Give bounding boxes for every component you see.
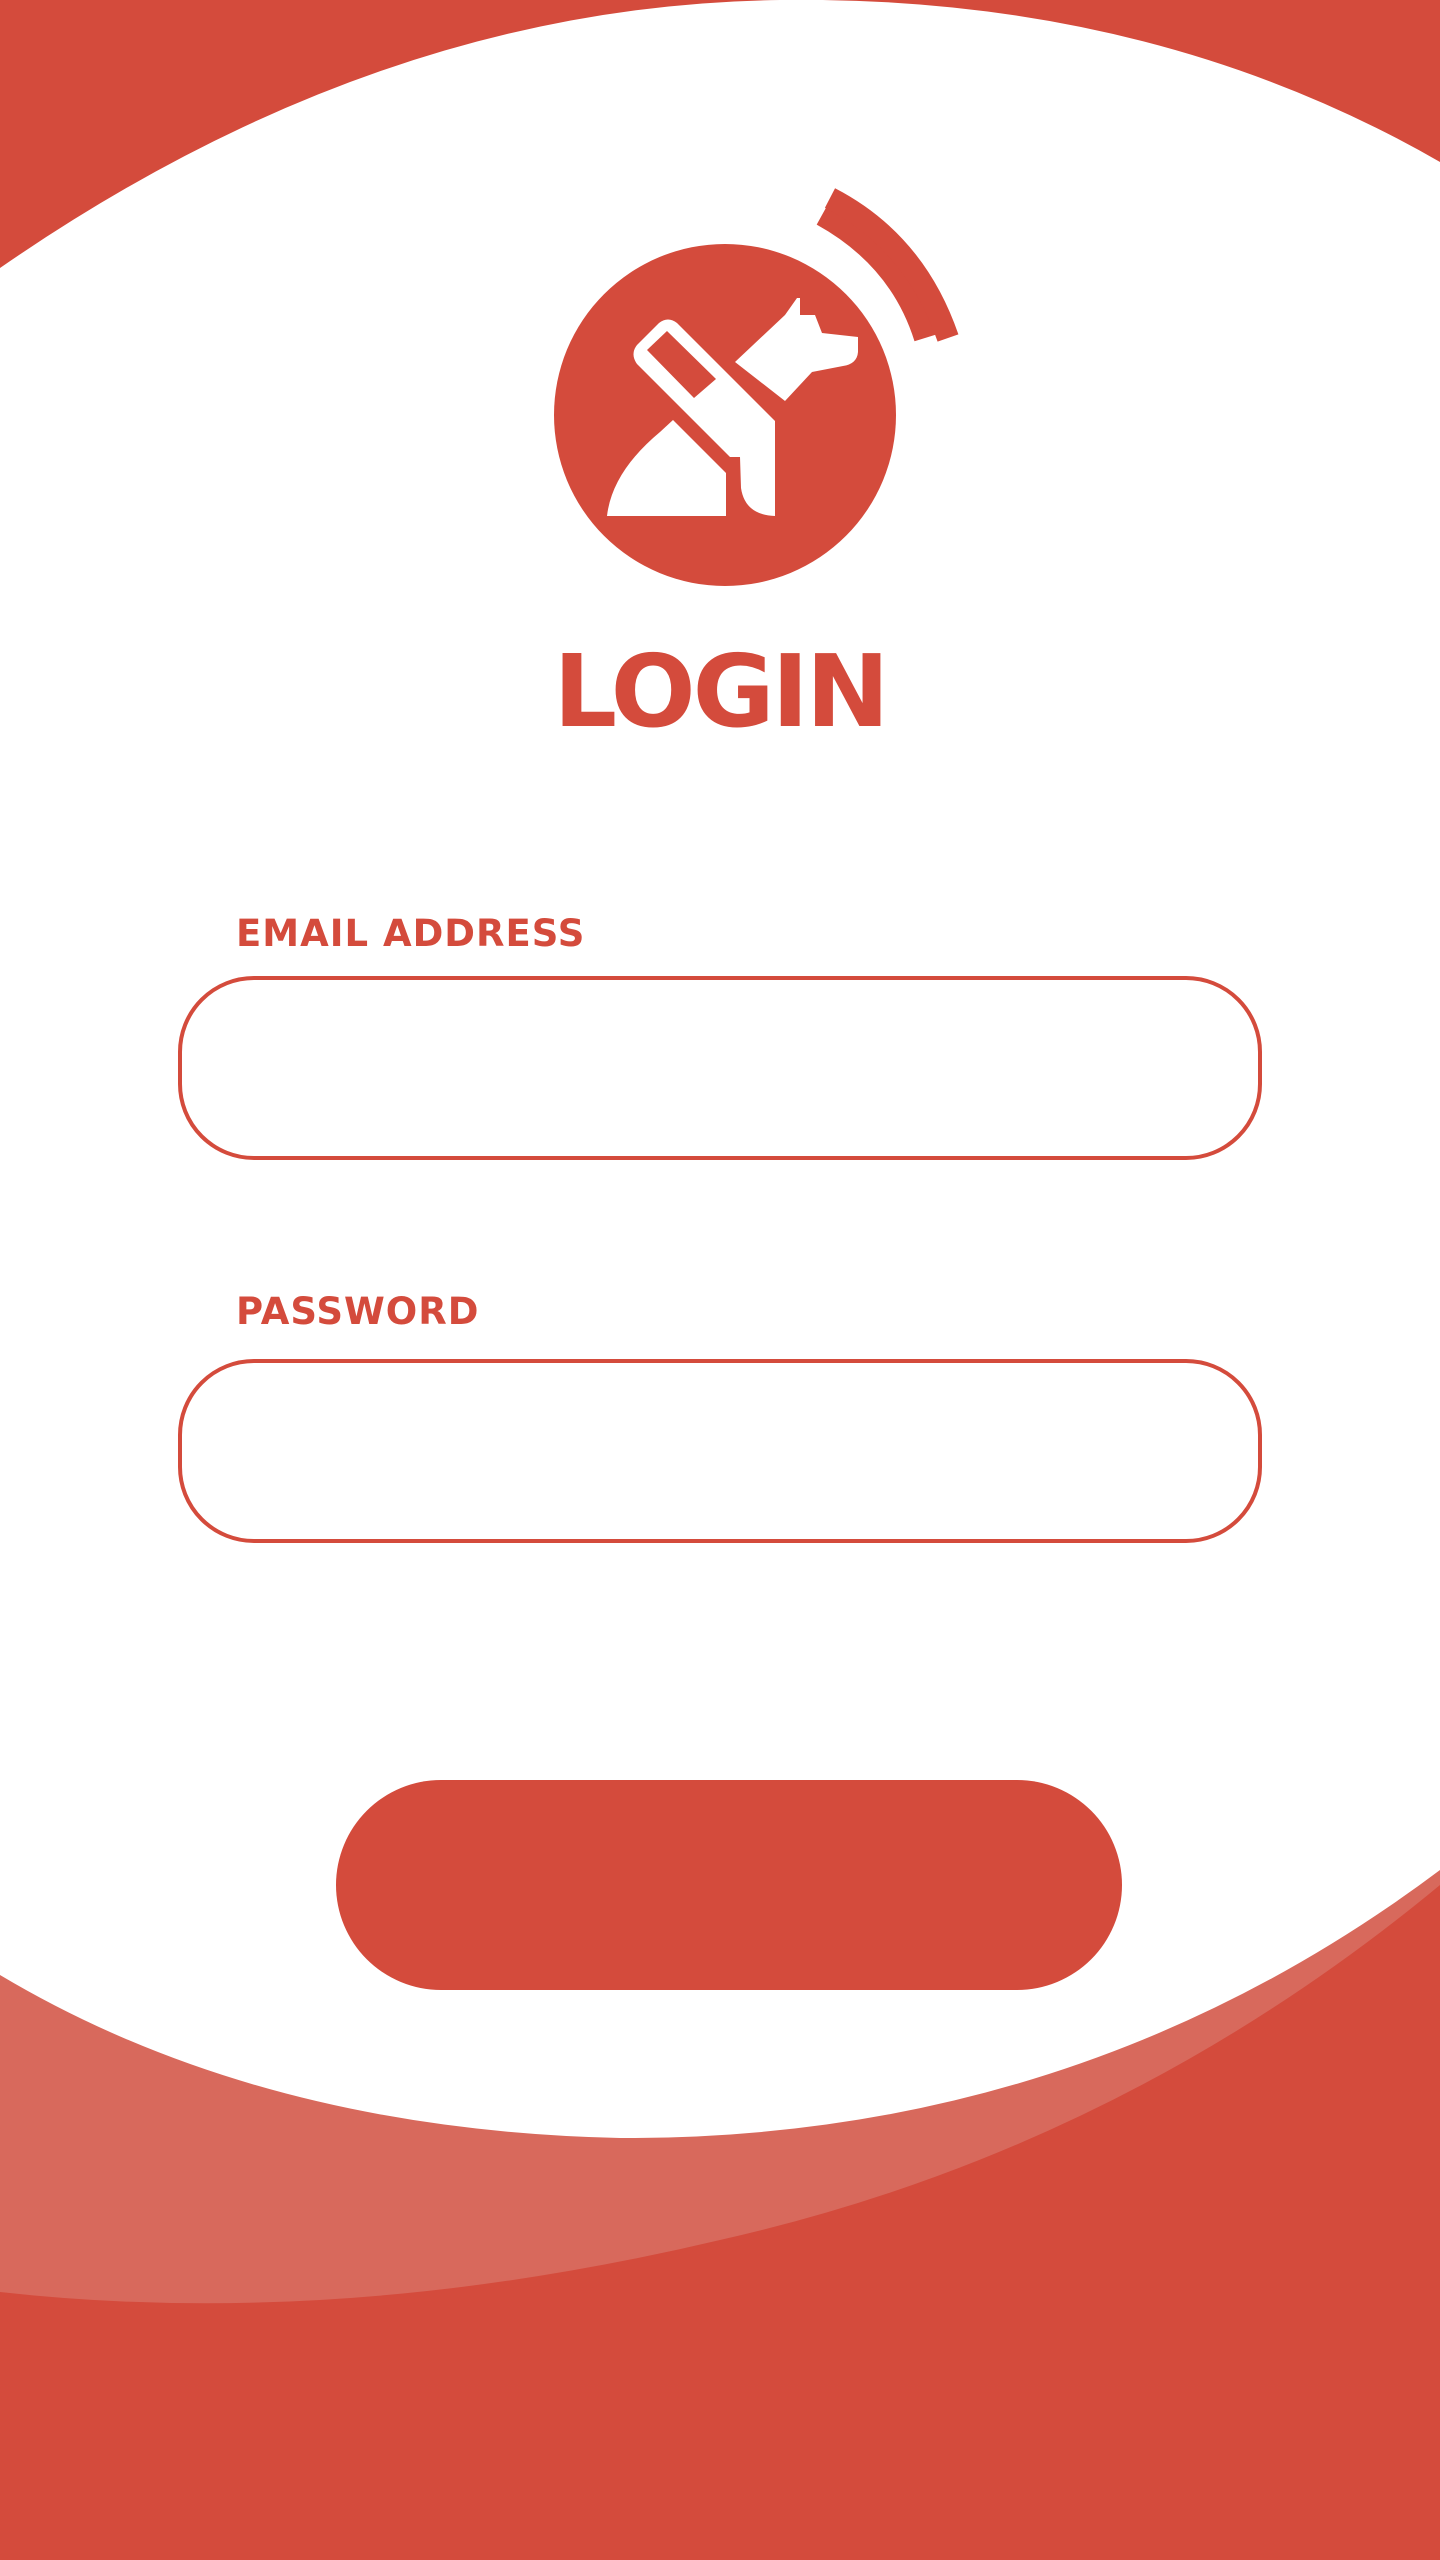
email-field[interactable] [178,976,1262,1160]
password-label: PASSWORD [236,1290,480,1333]
password-field[interactable] [178,1359,1262,1543]
email-label: EMAIL ADDRESS [236,912,586,955]
scanner-icon [554,188,959,586]
page-title: LOGIN [553,633,889,750]
login-button[interactable] [336,1780,1122,1990]
